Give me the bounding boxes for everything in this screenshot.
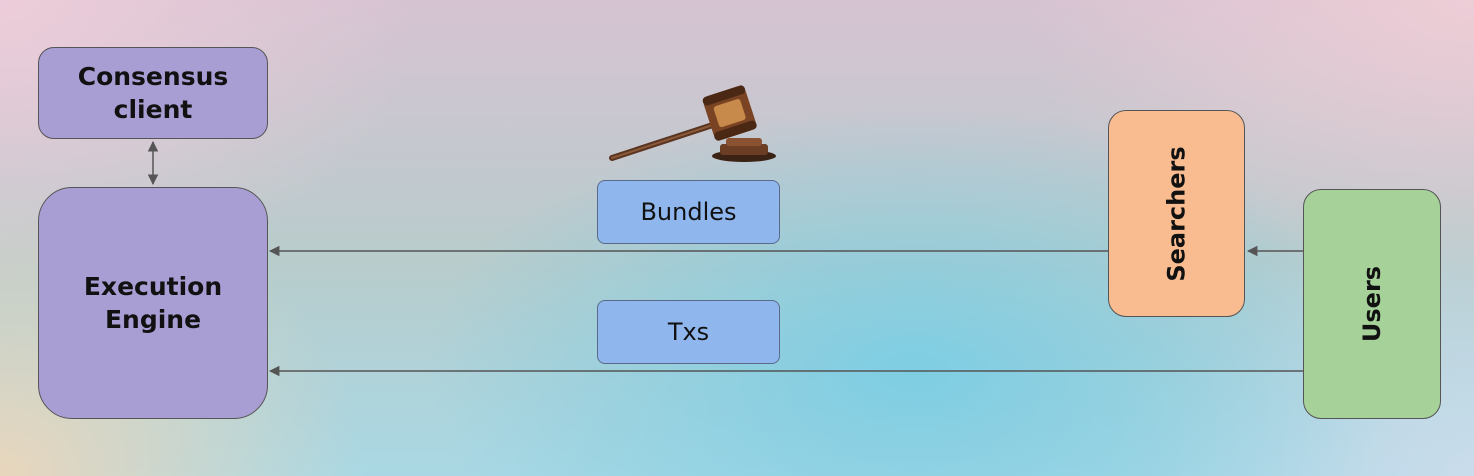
- execution-engine-node: Execution Engine: [38, 187, 268, 419]
- txs-label-box: Txs: [597, 300, 780, 364]
- gavel-icon: [609, 85, 776, 162]
- execution-engine-label: Execution Engine: [83, 272, 223, 334]
- consensus-client-label: Consensus client: [77, 62, 229, 124]
- users-label: Users: [1357, 265, 1386, 343]
- searchers-node: Searchers: [1108, 110, 1245, 317]
- bundles-label-box: Bundles: [597, 180, 780, 244]
- bundles-label: Bundles: [640, 198, 737, 226]
- users-node: Users: [1303, 189, 1441, 419]
- txs-label: Txs: [667, 318, 710, 346]
- consensus-client-node: Consensus client: [38, 47, 268, 139]
- searchers-label: Searchers: [1162, 145, 1191, 282]
